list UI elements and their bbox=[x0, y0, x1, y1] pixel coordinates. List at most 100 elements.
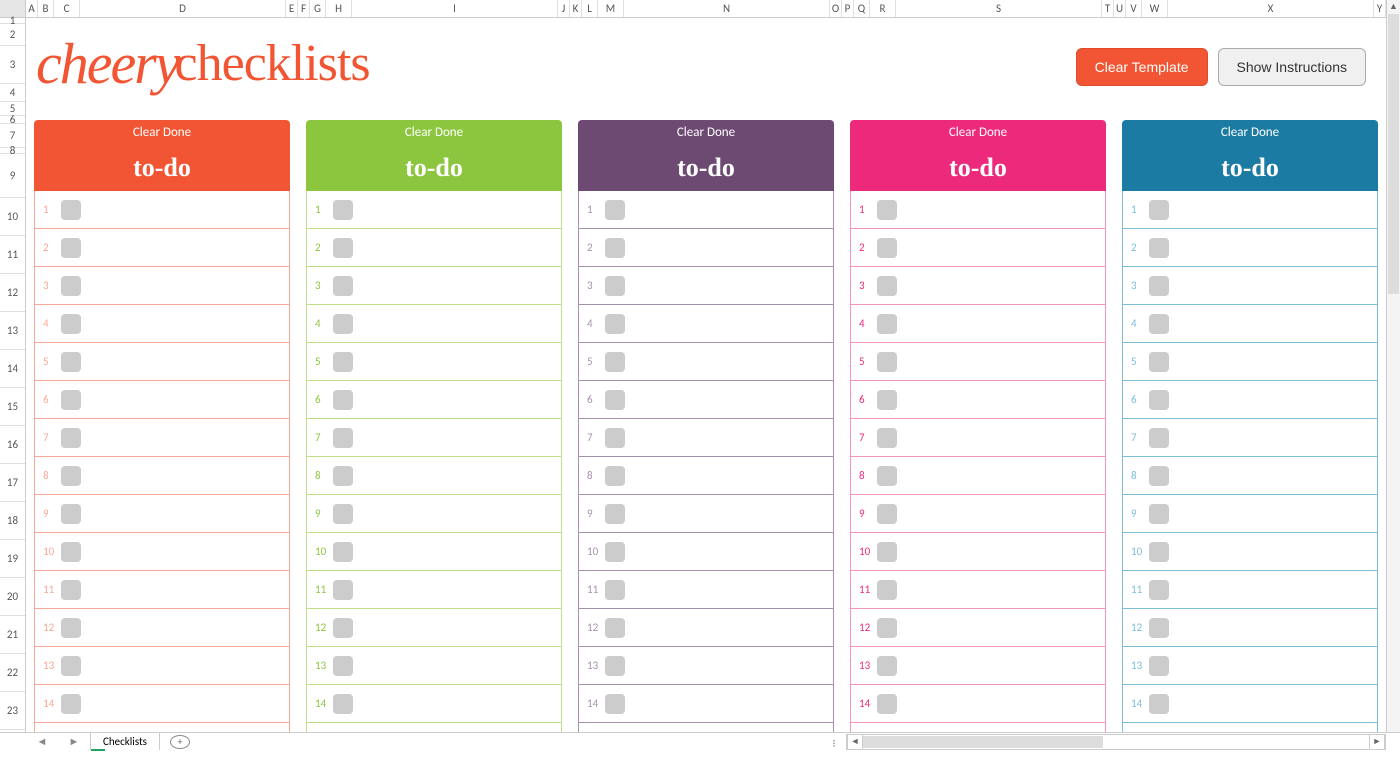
task-row[interactable]: 3 bbox=[34, 267, 290, 305]
task-checkbox[interactable] bbox=[877, 618, 897, 638]
task-checkbox[interactable] bbox=[61, 428, 81, 448]
task-row[interactable]: 1 bbox=[1122, 191, 1378, 229]
task-row[interactable]: 15 bbox=[1122, 723, 1378, 732]
column-header[interactable]: I bbox=[352, 0, 558, 17]
task-row[interactable]: 14 bbox=[306, 685, 562, 723]
column-header[interactable]: J bbox=[558, 0, 570, 17]
task-checkbox[interactable] bbox=[877, 314, 897, 334]
task-row[interactable]: 13 bbox=[578, 647, 834, 685]
sheet-tab-active[interactable]: Checklists bbox=[90, 732, 160, 750]
task-row[interactable]: 14 bbox=[1122, 685, 1378, 723]
column-header[interactable]: H bbox=[326, 0, 352, 17]
task-checkbox[interactable] bbox=[61, 466, 81, 486]
row-header[interactable]: 13 bbox=[0, 312, 25, 350]
task-row[interactable]: 11 bbox=[306, 571, 562, 609]
tab-nav-prev-icon[interactable]: ◄ bbox=[26, 735, 58, 748]
task-checkbox[interactable] bbox=[1149, 314, 1169, 334]
task-row[interactable]: 15 bbox=[578, 723, 834, 732]
task-row[interactable]: 4 bbox=[306, 305, 562, 343]
task-checkbox[interactable] bbox=[61, 352, 81, 372]
row-header[interactable]: 11 bbox=[0, 236, 25, 274]
task-row[interactable]: 14 bbox=[34, 685, 290, 723]
task-row[interactable]: 1 bbox=[578, 191, 834, 229]
task-checkbox[interactable] bbox=[333, 390, 353, 410]
task-checkbox[interactable] bbox=[61, 542, 81, 562]
task-checkbox[interactable] bbox=[333, 504, 353, 524]
task-checkbox[interactable] bbox=[877, 694, 897, 714]
column-header[interactable]: L bbox=[582, 0, 598, 17]
row-header[interactable]: 23 bbox=[0, 692, 25, 730]
task-row[interactable]: 9 bbox=[1122, 495, 1378, 533]
row-header[interactable]: 2 bbox=[0, 24, 25, 46]
clear-done-button[interactable]: Clear Done bbox=[34, 120, 290, 145]
task-row[interactable]: 5 bbox=[578, 343, 834, 381]
task-checkbox[interactable] bbox=[877, 428, 897, 448]
row-header[interactable]: 10 bbox=[0, 198, 25, 236]
task-row[interactable]: 9 bbox=[34, 495, 290, 533]
task-checkbox[interactable] bbox=[61, 656, 81, 676]
column-header[interactable]: K bbox=[570, 0, 582, 17]
task-checkbox[interactable] bbox=[1149, 466, 1169, 486]
task-row[interactable]: 8 bbox=[306, 457, 562, 495]
scroll-left-icon[interactable]: ◄ bbox=[847, 735, 863, 749]
task-row[interactable]: 3 bbox=[578, 267, 834, 305]
task-checkbox[interactable] bbox=[1149, 694, 1169, 714]
task-checkbox[interactable] bbox=[877, 466, 897, 486]
clear-done-button[interactable]: Clear Done bbox=[306, 120, 562, 145]
task-checkbox[interactable] bbox=[333, 428, 353, 448]
column-header[interactable]: C bbox=[54, 0, 80, 17]
task-row[interactable]: 2 bbox=[1122, 229, 1378, 267]
task-checkbox[interactable] bbox=[1149, 504, 1169, 524]
task-checkbox[interactable] bbox=[605, 352, 625, 372]
task-row[interactable]: 2 bbox=[850, 229, 1106, 267]
task-checkbox[interactable] bbox=[605, 504, 625, 524]
row-header[interactable]: 3 bbox=[0, 46, 25, 84]
task-checkbox[interactable] bbox=[605, 390, 625, 410]
row-header[interactable]: 21 bbox=[0, 616, 25, 654]
task-checkbox[interactable] bbox=[333, 618, 353, 638]
task-row[interactable]: 8 bbox=[578, 457, 834, 495]
task-row[interactable]: 11 bbox=[578, 571, 834, 609]
task-row[interactable]: 11 bbox=[34, 571, 290, 609]
task-checkbox[interactable] bbox=[61, 390, 81, 410]
task-row[interactable]: 12 bbox=[578, 609, 834, 647]
task-row[interactable]: 10 bbox=[578, 533, 834, 571]
task-row[interactable]: 10 bbox=[850, 533, 1106, 571]
task-row[interactable]: 9 bbox=[578, 495, 834, 533]
task-checkbox[interactable] bbox=[605, 238, 625, 258]
column-header[interactable]: R bbox=[870, 0, 896, 17]
task-row[interactable]: 1 bbox=[850, 191, 1106, 229]
task-row[interactable]: 7 bbox=[1122, 419, 1378, 457]
task-checkbox[interactable] bbox=[877, 542, 897, 562]
list-header[interactable]: to-do bbox=[578, 145, 834, 191]
task-row[interactable]: 5 bbox=[1122, 343, 1378, 381]
task-checkbox[interactable] bbox=[1149, 200, 1169, 220]
task-checkbox[interactable] bbox=[1149, 352, 1169, 372]
row-header[interactable]: 17 bbox=[0, 464, 25, 502]
task-checkbox[interactable] bbox=[877, 276, 897, 296]
list-header[interactable]: to-do bbox=[34, 145, 290, 191]
column-header[interactable]: T bbox=[1102, 0, 1114, 17]
add-sheet-button[interactable]: + bbox=[170, 735, 190, 749]
task-row[interactable]: 4 bbox=[578, 305, 834, 343]
list-header[interactable]: to-do bbox=[306, 145, 562, 191]
task-checkbox[interactable] bbox=[877, 238, 897, 258]
task-checkbox[interactable] bbox=[333, 694, 353, 714]
task-row[interactable]: 10 bbox=[34, 533, 290, 571]
task-row[interactable]: 9 bbox=[850, 495, 1106, 533]
task-row[interactable]: 8 bbox=[1122, 457, 1378, 495]
task-row[interactable]: 5 bbox=[306, 343, 562, 381]
task-row[interactable]: 12 bbox=[850, 609, 1106, 647]
row-header[interactable]: 15 bbox=[0, 388, 25, 426]
task-checkbox[interactable] bbox=[877, 656, 897, 676]
task-row[interactable]: 15 bbox=[306, 723, 562, 732]
task-row[interactable]: 2 bbox=[578, 229, 834, 267]
task-checkbox[interactable] bbox=[61, 314, 81, 334]
task-row[interactable]: 5 bbox=[34, 343, 290, 381]
task-checkbox[interactable] bbox=[877, 352, 897, 372]
column-header[interactable]: S bbox=[896, 0, 1102, 17]
task-checkbox[interactable] bbox=[333, 656, 353, 676]
task-checkbox[interactable] bbox=[333, 466, 353, 486]
task-checkbox[interactable] bbox=[333, 200, 353, 220]
clear-template-button[interactable]: Clear Template bbox=[1076, 48, 1208, 86]
